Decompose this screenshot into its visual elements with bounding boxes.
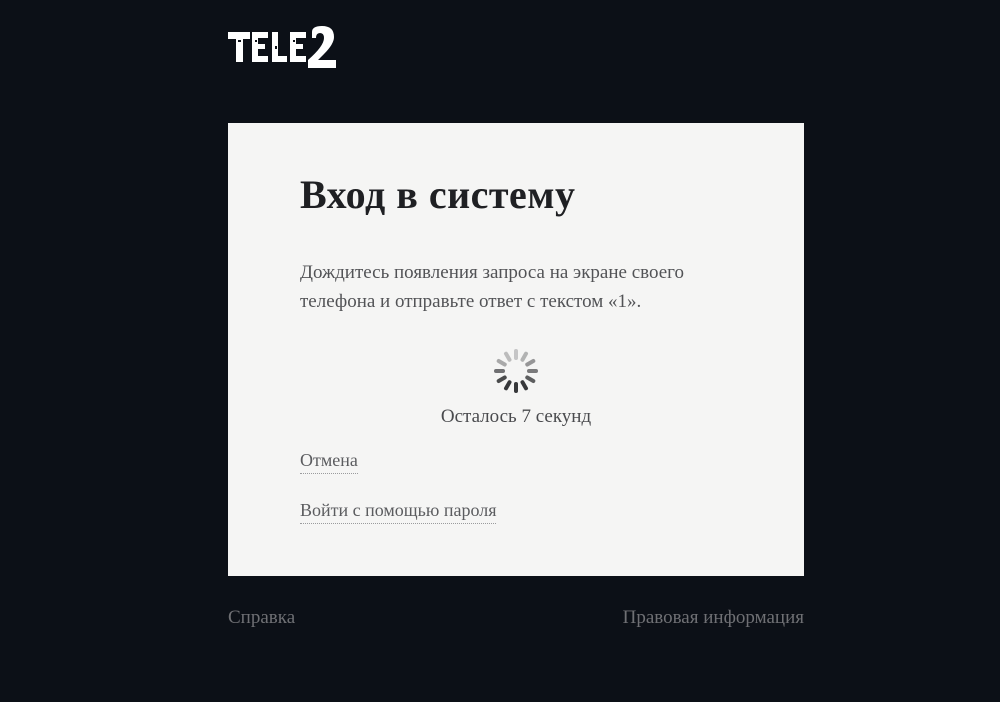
- page-title: Вход в систему: [300, 171, 732, 218]
- password-login-link[interactable]: Войти с помощью пароля: [300, 500, 496, 524]
- legal-link[interactable]: Правовая информация: [623, 607, 804, 629]
- loading-spinner-icon: [494, 349, 538, 393]
- spinner-container: [300, 349, 732, 398]
- help-link[interactable]: Справка: [228, 607, 295, 629]
- cancel-link[interactable]: Отмена: [300, 450, 358, 474]
- footer: Справка Правовая информация: [228, 607, 804, 629]
- instructions-text: Дождитесь появления запроса на экране св…: [300, 258, 700, 317]
- countdown-text: Осталось 7 секунд: [300, 406, 732, 428]
- login-card: Вход в систему Дождитесь появления запро…: [228, 123, 804, 576]
- brand-logo: [228, 26, 338, 70]
